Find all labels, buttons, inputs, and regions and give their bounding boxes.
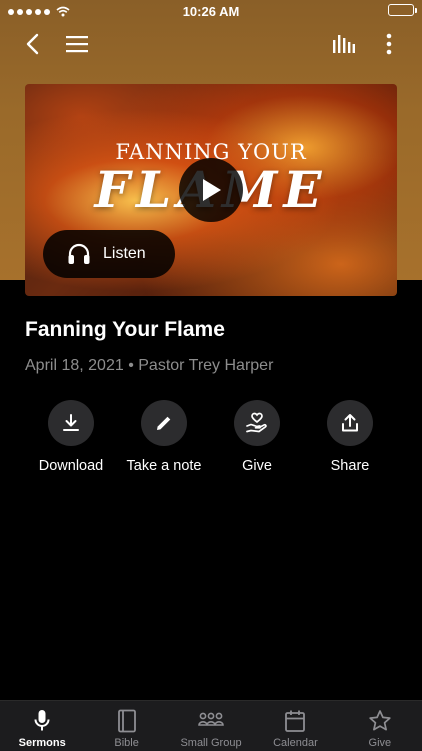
give-button[interactable]: Give — [207, 400, 307, 474]
more-options-button[interactable] — [375, 30, 403, 58]
sermon-speaker: Pastor Trey Harper — [138, 357, 274, 374]
action-row: Download Take a note Give Share — [0, 400, 422, 490]
battery-icon — [388, 4, 417, 16]
nav-bar — [0, 24, 422, 64]
tab-give[interactable]: Give — [338, 701, 422, 751]
share-circle — [327, 400, 373, 446]
give-circle — [234, 400, 280, 446]
tab-bible-label: Bible — [114, 737, 139, 749]
tab-sermons-label: Sermons — [18, 737, 66, 749]
sermon-artwork: FANNING YOUR FLAME Listen — [25, 84, 397, 296]
give-label: Give — [242, 458, 272, 474]
book-icon — [117, 709, 136, 733]
pencil-icon — [157, 416, 171, 430]
sermon-title: Fanning Your Flame — [25, 318, 225, 341]
chevron-left-icon — [26, 33, 39, 55]
microphone-icon — [34, 710, 50, 731]
group-icon — [198, 712, 224, 726]
back-button[interactable] — [18, 30, 46, 58]
listen-button[interactable]: Listen — [43, 230, 175, 278]
give-heart-icon — [246, 412, 267, 433]
share-icon — [342, 414, 358, 432]
take-note-button[interactable]: Take a note — [114, 400, 214, 474]
note-circle — [141, 400, 187, 446]
status-time: 10:26 AM — [182, 4, 240, 19]
tab-sermons[interactable]: Sermons — [0, 701, 84, 751]
hamburger-icon — [66, 36, 88, 53]
download-label: Download — [38, 458, 104, 474]
tab-small-group[interactable]: Small Group — [169, 701, 253, 751]
tab-bible[interactable]: Bible — [84, 701, 168, 751]
share-button[interactable]: Share — [300, 400, 400, 474]
audio-levels-button[interactable] — [330, 30, 358, 58]
tab-small-group-label: Small Group — [180, 737, 242, 749]
tab-bar: Sermons Bible Small Group Calendar Give — [0, 700, 422, 751]
status-bar: 10:26 AM — [0, 0, 422, 24]
download-button[interactable]: Download — [21, 400, 121, 474]
meta-separator: • — [128, 357, 134, 374]
star-icon — [369, 710, 391, 731]
tab-give-label: Give — [368, 737, 392, 749]
play-icon — [203, 179, 221, 201]
tab-calendar[interactable]: Calendar — [253, 701, 337, 751]
take-note-label: Take a note — [126, 458, 202, 474]
calendar-icon — [285, 710, 306, 732]
download-icon — [63, 414, 79, 431]
play-button[interactable] — [179, 158, 243, 222]
download-circle — [48, 400, 94, 446]
more-vertical-icon — [386, 33, 392, 55]
equalizer-icon — [333, 35, 355, 53]
share-label: Share — [330, 458, 370, 474]
headphones-icon — [68, 243, 90, 264]
menu-button[interactable] — [63, 30, 91, 58]
sermon-date: April 18, 2021 — [25, 357, 124, 374]
listen-label: Listen — [103, 245, 146, 262]
sermon-meta: April 18, 2021 • Pastor Trey Harper — [25, 357, 273, 375]
tab-calendar-label: Calendar — [273, 737, 318, 749]
